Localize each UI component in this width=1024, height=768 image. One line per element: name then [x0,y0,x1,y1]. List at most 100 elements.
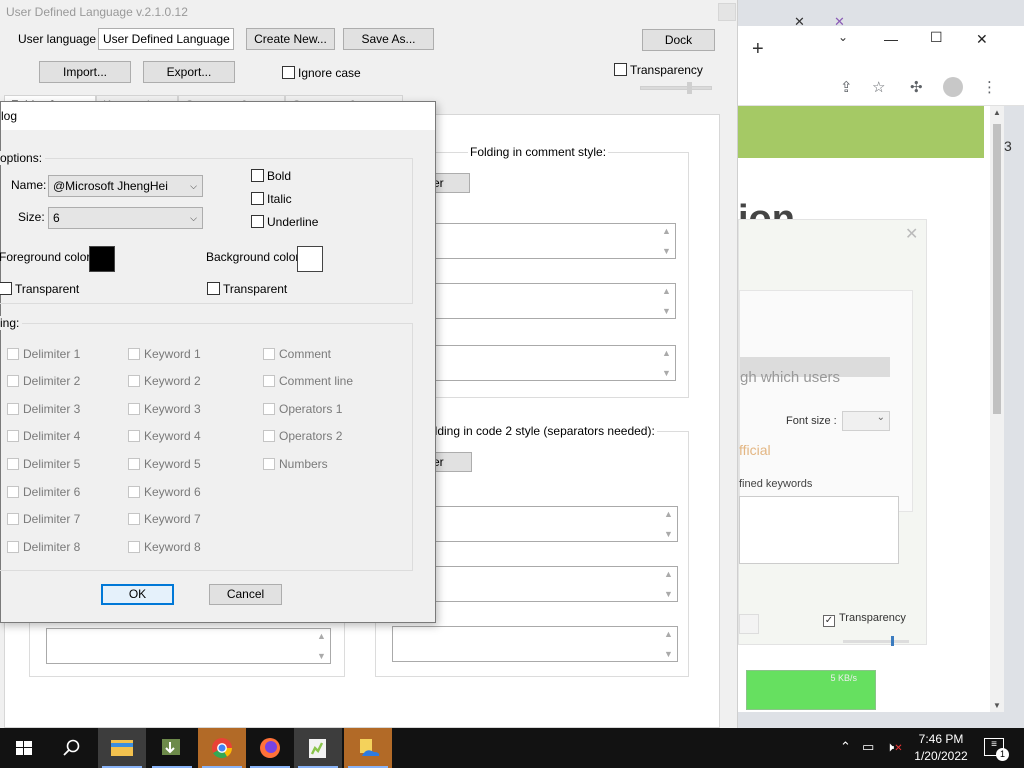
start-button[interactable] [0,728,48,768]
nesting-delimiter-6[interactable]: Delimiter 6 [7,485,80,499]
start-icon [16,741,32,755]
code2-open-textbox[interactable]: ▲ ▼ [426,506,678,542]
nesting-keyword-8[interactable]: Keyword 8 [128,540,201,554]
browser-address-bar: ⇪ ☆ ✣ ⋮ [738,70,1024,106]
import-button[interactable]: Import... [39,61,131,83]
close-button[interactable] [718,3,736,21]
font-size-select[interactable]: 6 ⌵ [48,207,203,229]
taskbar-firefox[interactable] [246,728,294,768]
dock-button[interactable]: Dock [642,29,715,51]
underline-checkbox[interactable]: Underline [251,215,318,229]
nesting-delimiter-5[interactable]: Delimiter 5 [7,457,80,471]
share-icon[interactable]: ⇪ [840,78,853,96]
save-as-button[interactable]: Save As... [343,28,434,50]
user-language-value: User Defined Language [103,32,230,46]
nesting-comment-line[interactable]: Comment line [263,374,353,388]
search-button[interactable] [48,728,96,768]
firefox-icon [260,738,280,758]
code2-close-textbox[interactable]: ▲ ▼ [392,626,678,662]
font-name-select[interactable]: @Microsoft JhengHei ⌵ [48,175,203,197]
page-green-header [738,106,984,158]
nesting-keyword-1[interactable]: Keyword 1 [128,347,201,361]
left-lower-textbox[interactable]: ▲ ▼ [46,628,331,664]
nesting-delimiter-3[interactable]: Delimiter 3 [7,402,80,416]
page-scrollbar[interactable]: ▲ ▼ [990,106,1004,712]
onedrive-icon [360,739,380,756]
nesting-delimiter-1[interactable]: Delimiter 1 [7,347,80,361]
ok-button[interactable]: OK [101,584,174,605]
taskbar-notepadpp[interactable] [294,728,342,768]
nesting-delimiter-2[interactable]: Delimiter 2 [7,374,80,388]
clock[interactable]: 7:46 PM 1/20/2022 [906,731,976,765]
font-options-label: options: [0,151,46,165]
taskbar-onedrive[interactable] [344,728,392,768]
nesting-keyword-2[interactable]: Keyword 2 [128,374,201,388]
transparency-checkbox[interactable]: ✓ Transparency [823,612,906,627]
nesting-comment[interactable]: Comment [263,347,331,361]
small-button[interactable] [739,614,759,634]
keywords-textarea[interactable] [739,496,899,564]
create-new-button[interactable]: Create New... [246,28,335,50]
bold-label: Bold [267,169,292,183]
nesting-operators-2[interactable]: Operators 2 [263,429,342,443]
new-tab-icon[interactable]: + [752,38,764,61]
close-window-icon[interactable]: ✕ [976,31,988,48]
transparent-fg-checkbox[interactable]: Transparent [0,282,79,296]
transparency-slider[interactable] [843,636,909,646]
italic-checkbox[interactable]: Italic [251,192,292,206]
nesting-operators-1[interactable]: Operators 1 [263,402,342,416]
folding-middle-textbox[interactable]: ▲ ▼ [426,283,676,319]
extensions-icon[interactable]: ✣ [910,78,923,96]
minimize-icon[interactable]: — [884,31,898,47]
volume-muted-icon[interactable]: 🕨✕ [886,739,903,755]
transparent-bg-checkbox[interactable]: Transparent [207,282,287,296]
taskbar-chrome[interactable] [198,728,246,768]
transparency-slider[interactable] [640,82,712,94]
nesting-numbers[interactable]: Numbers [263,457,328,471]
nesting-delimiter-7[interactable]: Delimiter 7 [7,512,80,526]
profile-avatar[interactable] [943,77,963,97]
font-size-label: Font size : [786,415,837,427]
nesting-keyword-7[interactable]: Keyword 7 [128,512,201,526]
foreground-color-label: Foreground color: [0,250,94,264]
panel-close-icon[interactable]: ✕ [905,224,918,244]
maximize-icon[interactable]: ☐ [930,29,943,46]
scroll-up-icon[interactable]: ▲ [993,108,1001,117]
transparency-checkbox[interactable]: Transparency [614,63,703,77]
ignore-case-checkbox[interactable]: Ignore case [282,66,361,80]
nesting-keyword-3[interactable]: Keyword 3 [128,402,201,416]
taskbar-file-explorer[interactable] [98,728,146,768]
nesting-keyword-5[interactable]: Keyword 5 [128,457,201,471]
notification-center-icon[interactable]: ≡ 1 [984,738,1009,761]
nesting-keyword-6[interactable]: Keyword 6 [128,485,201,499]
official-text: fficial [739,442,771,458]
nesting-delimiter-4[interactable]: Delimiter 4 [7,429,80,443]
nesting-delimiter-8[interactable]: Delimiter 8 [7,540,80,554]
folding-close-textbox[interactable]: ▲ ▼ [426,345,676,381]
star-icon[interactable]: ☆ [872,78,885,96]
user-language-select[interactable]: User Defined Language ⌵ [98,28,234,50]
background-color-swatch[interactable] [297,246,323,272]
bold-checkbox[interactable]: Bold [251,169,291,183]
nesting-keyword-4[interactable]: Keyword 4 [128,429,201,443]
network-speed: 5 KB/s [830,673,857,683]
font-name-label: Name: [11,178,47,192]
taskbar-downloader[interactable] [148,728,196,768]
code2-middle-textbox[interactable]: ▲ ▼ [426,566,678,602]
folding-open-textbox[interactable]: ▲ ▼ [426,223,676,259]
background-color-label: Background color: [206,250,303,264]
font-size-select[interactable]: ⌄ [842,411,890,431]
scroll-thumb[interactable] [993,124,1001,414]
description-text: gh which users [740,369,841,386]
scroll-down-icon[interactable]: ▼ [993,701,1001,710]
transparent-bg-label: Transparent [223,282,288,296]
show-hidden-icons-icon[interactable]: ⌃ [840,739,851,755]
foreground-color-swatch[interactable] [89,246,115,272]
chevron-down-icon: ⌵ [221,34,228,44]
export-button[interactable]: Export... [143,61,235,83]
search-icon [63,739,80,756]
tab-search-chevron-icon[interactable]: ⌄ [838,30,848,44]
cancel-button[interactable]: Cancel [209,584,282,605]
network-icon[interactable]: ▭ [862,739,874,755]
menu-dots-icon[interactable]: ⋮ [982,78,997,96]
